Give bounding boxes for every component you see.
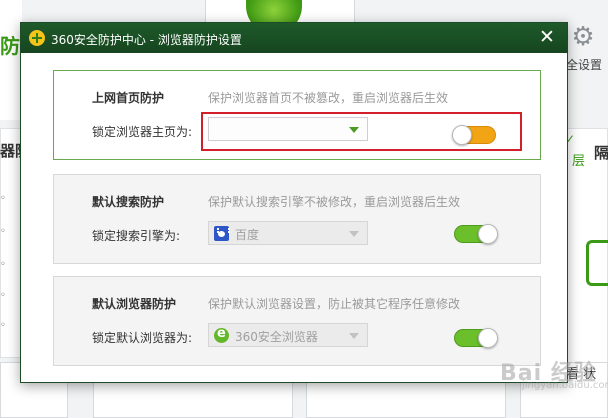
- select-value: 360安全浏览器: [235, 330, 318, 344]
- bg-right-label: 层: [572, 154, 586, 169]
- default-browser-select[interactable]: 360安全浏览器: [208, 323, 368, 347]
- section-description: 保护默认搜索引擎不被修改，重启浏览器后生效: [208, 195, 461, 209]
- bg-bullet-icon: ◦: [0, 320, 6, 331]
- bg-settings-label[interactable]: 全设置: [566, 56, 602, 73]
- dialog-titlebar[interactable]: 360安全防护中心 - 浏览器防护设置 ✕: [21, 23, 567, 53]
- homepage-select[interactable]: [208, 117, 368, 141]
- browser-360-icon: [214, 326, 229, 343]
- chevron-down-icon[interactable]: [349, 333, 359, 339]
- section-description: 保护默认浏览器设置，防止被其它程序任意修改: [208, 297, 461, 311]
- select-value: 百度: [235, 228, 260, 242]
- bg-right-title: 隔: [594, 144, 608, 162]
- 360-logo-icon: [29, 30, 45, 46]
- toggle-knob[interactable]: [478, 328, 498, 348]
- bg-left-tile: [0, 0, 22, 120]
- bg-bullet-icon: ◦: [0, 226, 6, 237]
- default-browser-lock-toggle[interactable]: [454, 328, 498, 348]
- search-engine-select[interactable]: 百度: [208, 221, 368, 245]
- bg-shield-icon: [586, 240, 608, 286]
- field-label: 锁定搜索引擎为:: [92, 229, 181, 243]
- bg-bullet-icon: ◦: [0, 193, 6, 204]
- chevron-down-icon[interactable]: [349, 127, 359, 133]
- section-title: 默认搜索防护: [92, 195, 165, 209]
- chevron-down-icon[interactable]: [349, 231, 359, 237]
- bg-left-heading: 防: [0, 34, 20, 58]
- search-lock-toggle[interactable]: [454, 224, 498, 244]
- bg-bullet-icon: ◦: [0, 290, 6, 301]
- gear-icon[interactable]: ⚙: [568, 22, 598, 52]
- section-title: 默认浏览器防护: [92, 297, 177, 311]
- browser-protection-dialog: 360安全防护中心 - 浏览器防护设置 ✕ 上网首页防护 保护浏览器首页不被篡改…: [20, 22, 568, 383]
- field-label: 锁定默认浏览器为:: [92, 331, 193, 345]
- toggle-knob[interactable]: [478, 224, 498, 244]
- watermark-url: jingyan.baidu.com: [522, 380, 608, 391]
- toggle-knob[interactable]: [452, 125, 472, 145]
- close-icon[interactable]: ✕: [537, 27, 557, 47]
- section-description: 保护浏览器首页不被篡改，重启浏览器后生效: [208, 91, 449, 105]
- default-browser-section: 默认浏览器防护 保护默认浏览器设置，防止被其它程序任意修改 锁定默认浏览器为: …: [53, 276, 541, 366]
- baidu-icon: [214, 226, 230, 241]
- field-label: 锁定浏览器主页为:: [92, 125, 193, 139]
- bg-bullet-icon: ◦: [0, 259, 6, 270]
- homepage-protection-section: 上网首页防护 保护浏览器首页不被篡改，重启浏览器后生效 锁定浏览器主页为:: [53, 70, 541, 160]
- dialog-title: 360安全防护中心 - 浏览器防护设置: [51, 33, 242, 47]
- homepage-lock-toggle[interactable]: [452, 125, 496, 145]
- section-title: 上网首页防护: [92, 91, 165, 105]
- search-protection-section: 默认搜索防护 保护默认搜索引擎不被修改，重启浏览器后生效 锁定搜索引擎为: 百度: [53, 174, 541, 264]
